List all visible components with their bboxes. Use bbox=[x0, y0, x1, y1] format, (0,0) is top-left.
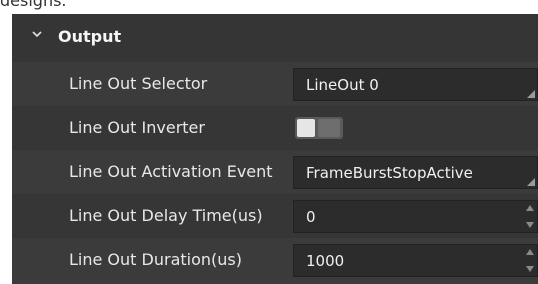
line-out-activation-event-value: FrameBurstStopActive bbox=[306, 164, 473, 182]
dropdown-corner-icon bbox=[527, 90, 535, 98]
line-out-delay-time-spinbox[interactable]: 0 bbox=[293, 200, 538, 233]
property-row-line-out-duration: Line Out Duration(us) 1000 bbox=[12, 238, 538, 282]
line-out-selector-value: LineOut 0 bbox=[306, 76, 379, 94]
top-cropped-text: designs. bbox=[0, 0, 538, 14]
properties-panel: Output Line Out Selector LineOut 0 Line … bbox=[12, 14, 538, 284]
top-cropped-text-fragment: designs. bbox=[0, 0, 67, 10]
section-header-output[interactable]: Output bbox=[12, 14, 538, 62]
line-out-inverter-toggle[interactable] bbox=[295, 117, 343, 139]
line-out-selector-label: Line Out Selector bbox=[69, 74, 208, 93]
property-row-line-out-delay-time: Line Out Delay Time(us) 0 bbox=[12, 194, 538, 238]
chevron-down-icon[interactable] bbox=[30, 27, 44, 41]
line-out-delay-time-label: Line Out Delay Time(us) bbox=[69, 206, 263, 225]
property-row-line-out-inverter: Line Out Inverter bbox=[12, 106, 538, 150]
property-row-line-out-selector: Line Out Selector LineOut 0 bbox=[12, 62, 538, 106]
dropdown-corner-icon bbox=[527, 178, 535, 186]
line-out-inverter-label: Line Out Inverter bbox=[69, 118, 205, 137]
line-out-activation-event-dropdown[interactable]: FrameBurstStopActive bbox=[293, 156, 538, 189]
line-out-activation-event-label: Line Out Activation Event bbox=[69, 162, 273, 181]
line-out-selector-dropdown[interactable]: LineOut 0 bbox=[293, 68, 538, 101]
section-title: Output bbox=[58, 27, 122, 46]
spinner-arrows-icon[interactable] bbox=[523, 245, 537, 276]
toggle-knob bbox=[297, 119, 315, 137]
toggle-track bbox=[318, 119, 340, 137]
line-out-delay-time-value: 0 bbox=[306, 208, 316, 226]
line-out-duration-value: 1000 bbox=[306, 252, 345, 270]
line-out-duration-spinbox[interactable]: 1000 bbox=[293, 244, 538, 277]
line-out-duration-label: Line Out Duration(us) bbox=[69, 250, 242, 269]
spinner-arrows-icon[interactable] bbox=[523, 201, 537, 232]
property-row-line-out-activation-event: Line Out Activation Event FrameBurstStop… bbox=[12, 150, 538, 194]
